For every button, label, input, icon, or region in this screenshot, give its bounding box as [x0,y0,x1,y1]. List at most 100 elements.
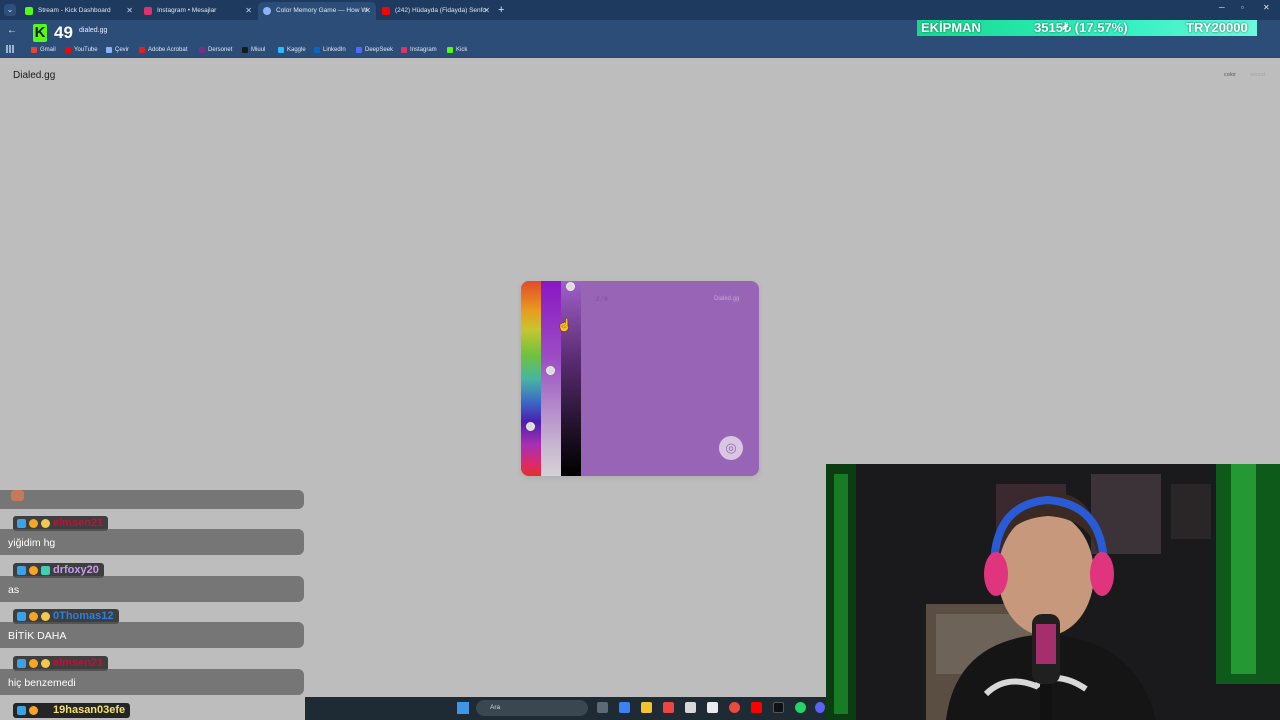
hue-slider-handle[interactable] [526,422,535,431]
close-icon[interactable]: ✕ [126,2,133,20]
close-window-button[interactable]: ✕ [1263,3,1270,12]
instagram-icon [144,7,152,15]
file-explorer-icon[interactable] [641,702,652,713]
bookmark-kaggle[interactable]: Kaggle [278,45,306,55]
bookmark-linkedin[interactable]: LinkedIn [314,45,346,55]
acrobat-icon [139,47,145,53]
moderator-badge-icon [17,612,26,621]
photos-icon[interactable] [707,702,718,713]
browser-tab-bar: ⌄ Stream - Kick Dashboard ✕ Instagram • … [0,0,1280,20]
apps-icon[interactable] [6,45,14,53]
gmail-icon [31,47,37,53]
kick-logo-icon: K [33,24,47,42]
bookmark-cevir[interactable]: Çevir [106,45,129,55]
maximize-button[interactable]: ▫ [1241,3,1244,12]
obs-icon[interactable] [773,702,784,713]
lightness-slider-handle[interactable] [566,282,575,291]
subscriber-badge-icon [29,612,38,621]
tab-color-memory-game[interactable]: Color Memory Game — How W ✕ [258,2,376,20]
close-icon[interactable]: ✕ [483,2,490,20]
task-view-icon[interactable] [597,702,608,713]
deepseek-icon [356,47,362,53]
instagram-icon [401,47,407,53]
bookmark-gmail[interactable]: Gmail [31,45,56,55]
bookmark-miuul[interactable]: Miuul [242,45,265,55]
gift-badge-icon [41,566,50,575]
round-counter: 2 / 6 [596,297,608,303]
chat-message: hiç benzemedi [0,669,304,695]
color-picker-card: 2 / 6 Dialed.gg ◎ [521,281,759,476]
gift-badge-icon [41,612,50,621]
bookmark-kick[interactable]: Kick [447,45,467,55]
card-brand: Dialed.gg [714,296,740,302]
chat-message: yiğidim hg [0,529,304,555]
moderator-badge-icon [17,566,26,575]
subscriber-badge-icon [29,659,38,668]
donation-goal-bar: EKİPMAN 3515₺ (17.57%) TRY20000 [917,20,1257,36]
gift-badge-icon [41,659,50,668]
streamer-camera-image [826,464,1280,720]
youtube-icon[interactable] [751,702,762,713]
tab-instagram[interactable]: Instagram • Mesajlar ✕ [139,2,257,20]
saturation-slider-handle[interactable] [546,366,555,375]
goal-label: EKİPMAN [921,20,981,35]
chrome-icon[interactable] [729,702,740,713]
site-title[interactable]: Dialed.gg [13,70,55,81]
subscriber-badge-icon [29,706,38,715]
translate-icon [106,47,112,53]
tab-search-icon[interactable]: ⌄ [4,4,16,16]
globe-icon [263,7,271,15]
miuul-icon [242,47,248,53]
address-bar[interactable]: dialed.gg [79,27,107,34]
webcam-feed [826,464,1280,720]
subscriber-badge-icon [29,566,38,575]
calendar-icon[interactable] [663,702,674,713]
bookmarks-bar: Gmail YouTube Çevir Adobe Acrobat Derson… [0,42,1280,58]
store-icon[interactable] [685,702,696,713]
tab-kick-dashboard[interactable]: Stream - Kick Dashboard ✕ [20,2,138,20]
windows-taskbar: Ara [305,697,826,720]
dersonet-icon [199,47,205,53]
saturation-slider[interactable] [541,281,561,476]
bookmark-instagram[interactable]: Instagram [401,45,437,55]
close-icon[interactable]: ✕ [364,2,371,20]
chat-message-partial [0,490,304,509]
hand-cursor-icon: ☝ [557,318,572,332]
chat-username: 19hasan03efe [13,703,131,718]
windows-start-icon[interactable] [457,702,469,714]
bookmark-youtube[interactable]: YouTube [65,45,98,55]
submit-target-button[interactable]: ◎ [719,436,743,460]
bookmark-dersonet[interactable]: Dersonet [199,45,232,55]
moderator-badge-icon [17,519,26,528]
copilot-icon[interactable] [619,702,630,713]
minimize-button[interactable]: ─ [1219,3,1225,12]
color-link[interactable]: color [1224,72,1236,78]
goal-target: TRY20000 [1186,20,1248,35]
hue-slider[interactable] [521,281,541,476]
discord-icon[interactable] [815,702,825,713]
youtube-icon [382,7,390,15]
sound-link[interactable]: sound [1250,72,1265,78]
bookmark-deepseek[interactable]: DeepSeek [356,45,393,55]
lightness-slider[interactable] [561,281,581,476]
tab-youtube[interactable]: (242) Hüdayda (Fidayda) Senfo ✕ [377,2,495,20]
moderator-badge-icon [17,659,26,668]
kick-icon [25,7,33,15]
back-button[interactable]: ← [7,25,17,36]
linkedin-icon [314,47,320,53]
new-tab-button[interactable]: + [498,3,504,17]
moderator-badge-icon [17,706,26,715]
kaggle-icon [278,47,284,53]
taskbar-search[interactable]: Ara [476,700,588,716]
close-icon[interactable]: ✕ [245,2,252,20]
target-icon: ◎ [725,440,737,455]
viewer-count: 49 [54,23,73,42]
gift-badge-icon [41,519,50,528]
whatsapp-icon[interactable] [795,702,806,713]
youtube-icon [65,47,71,53]
bookmark-adobe-acrobat[interactable]: Adobe Acrobat [139,45,187,55]
chat-message: BİTİK DAHA [0,622,304,648]
chat-message: as [0,576,304,602]
kick-icon [447,47,453,53]
goal-progress: 3515₺ (17.57%) [1034,20,1128,35]
